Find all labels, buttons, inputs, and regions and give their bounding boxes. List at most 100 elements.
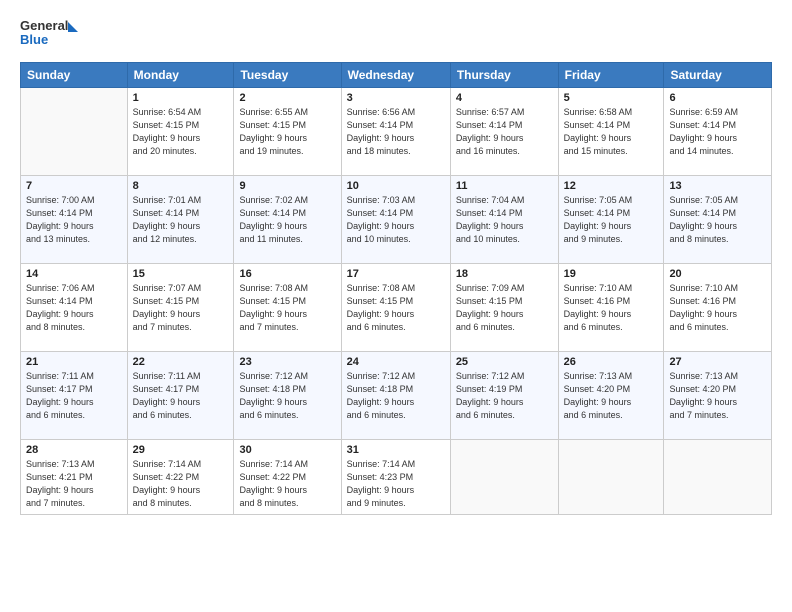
calendar-week-2: 7Sunrise: 7:00 AM Sunset: 4:14 PM Daylig… [21,176,772,264]
day-number: 4 [456,92,553,104]
calendar-cell: 11Sunrise: 7:04 AM Sunset: 4:14 PM Dayli… [450,176,558,264]
day-info: Sunrise: 7:03 AM Sunset: 4:14 PM Dayligh… [347,194,445,246]
calendar-cell: 23 Sunrise: 7:12 AM Sunset: 4:18 PM Dayli… [234,352,341,440]
calendar-header-friday: Friday [558,63,664,88]
calendar-cell: 13Sunrise: 7:05 AM Sunset: 4:14 PM Dayli… [664,176,772,264]
svg-text:General: General [20,18,68,33]
calendar-cell: 18 Sunrise: 7:09 AM Sunset: 4:15 PM Dayli… [450,264,558,352]
calendar-cell: 6 Sunrise: 6:59 AM Sunset: 4:14 PM Daylig… [664,88,772,176]
calendar-cell: 17 Sunrise: 7:08 AM Sunset: 4:15 PM Dayli… [341,264,450,352]
calendar-cell: 22 Sunrise: 7:11 AM Sunset: 4:17 PM Dayli… [127,352,234,440]
calendar-cell: 27 Sunrise: 7:13 AM Sunset: 4:20 PM Dayli… [664,352,772,440]
calendar-cell: 30 Sunrise: 7:14 AM Sunset: 4:22 PM Dayli… [234,440,341,515]
calendar-cell: 19Sunrise: 7:10 AM Sunset: 4:16 PM Dayli… [558,264,664,352]
day-number: 31 [347,444,445,456]
day-number: 14 [26,268,122,280]
calendar-cell: 25 Sunrise: 7:12 AM Sunset: 4:19 PM Dayli… [450,352,558,440]
day-number: 3 [347,92,445,104]
calendar-header-thursday: Thursday [450,63,558,88]
calendar-week-3: 14 Sunrise: 7:06 AM Sunset: 4:14 PM Dayli… [21,264,772,352]
day-number: 2 [239,92,335,104]
calendar-cell: 24 Sunrise: 7:12 AM Sunset: 4:18 PM Dayli… [341,352,450,440]
day-info: Sunrise: 7:02 AM Sunset: 4:14 PM Dayligh… [239,194,335,246]
day-number: 22 [133,356,229,368]
calendar-cell: 31 Sunrise: 7:14 AM Sunset: 4:23 PM Dayli… [341,440,450,515]
day-info: Sunrise: 7:00 AM Sunset: 4:14 PM Dayligh… [26,194,122,246]
calendar-cell: 7Sunrise: 7:00 AM Sunset: 4:14 PM Daylig… [21,176,128,264]
calendar-cell: 26 Sunrise: 7:13 AM Sunset: 4:20 PM Dayli… [558,352,664,440]
day-number: 28 [26,444,122,456]
calendar-header-tuesday: Tuesday [234,63,341,88]
day-number: 17 [347,268,445,280]
day-info: Sunrise: 6:56 AM Sunset: 4:14 PM Dayligh… [347,106,445,158]
day-number: 11 [456,180,553,192]
calendar-cell: 2Sunrise: 6:55 AM Sunset: 4:15 PM Daylig… [234,88,341,176]
day-info: Sunrise: 7:13 AM Sunset: 4:20 PM Dayligh… [564,370,659,422]
day-info: Sunrise: 7:10 AM Sunset: 4:16 PM Dayligh… [669,282,766,334]
day-number: 29 [133,444,229,456]
calendar-cell: 3 Sunrise: 6:56 AM Sunset: 4:14 PM Daylig… [341,88,450,176]
day-info: Sunrise: 7:07 AM Sunset: 4:15 PM Dayligh… [133,282,229,334]
calendar-header-wednesday: Wednesday [341,63,450,88]
day-number: 23 [239,356,335,368]
day-info: Sunrise: 6:54 AM Sunset: 4:15 PM Dayligh… [133,106,229,158]
calendar-cell: 20 Sunrise: 7:10 AM Sunset: 4:16 PM Dayli… [664,264,772,352]
day-info: Sunrise: 6:57 AM Sunset: 4:14 PM Dayligh… [456,106,553,158]
calendar-cell [450,440,558,515]
day-number: 24 [347,356,445,368]
day-info: Sunrise: 7:14 AM Sunset: 4:22 PM Dayligh… [239,458,335,510]
day-info: Sunrise: 7:12 AM Sunset: 4:18 PM Dayligh… [239,370,335,422]
day-info: Sunrise: 7:08 AM Sunset: 4:15 PM Dayligh… [347,282,445,334]
day-number: 5 [564,92,659,104]
day-info: Sunrise: 7:09 AM Sunset: 4:15 PM Dayligh… [456,282,553,334]
calendar-cell: 12 Sunrise: 7:05 AM Sunset: 4:14 PM Dayli… [558,176,664,264]
day-number: 13 [669,180,766,192]
day-info: Sunrise: 7:11 AM Sunset: 4:17 PM Dayligh… [133,370,229,422]
day-info: Sunrise: 7:06 AM Sunset: 4:14 PM Dayligh… [26,282,122,334]
day-info: Sunrise: 6:59 AM Sunset: 4:14 PM Dayligh… [669,106,766,158]
calendar-cell [558,440,664,515]
day-info: Sunrise: 7:01 AM Sunset: 4:14 PM Dayligh… [133,194,229,246]
day-info: Sunrise: 7:13 AM Sunset: 4:21 PM Dayligh… [26,458,122,510]
calendar-cell: 4 Sunrise: 6:57 AM Sunset: 4:14 PM Daylig… [450,88,558,176]
day-info: Sunrise: 7:08 AM Sunset: 4:15 PM Dayligh… [239,282,335,334]
page: GeneralBlue SundayMondayTuesdayWednesday… [0,0,792,612]
day-number: 30 [239,444,335,456]
day-info: Sunrise: 7:05 AM Sunset: 4:14 PM Dayligh… [564,194,659,246]
calendar-cell [21,88,128,176]
calendar-cell: 10 Sunrise: 7:03 AM Sunset: 4:14 PM Dayli… [341,176,450,264]
calendar-header-saturday: Saturday [664,63,772,88]
calendar-cell: 9Sunrise: 7:02 AM Sunset: 4:14 PM Daylig… [234,176,341,264]
calendar-cell: 14 Sunrise: 7:06 AM Sunset: 4:14 PM Dayli… [21,264,128,352]
day-number: 10 [347,180,445,192]
day-number: 8 [133,180,229,192]
day-number: 20 [669,268,766,280]
day-info: Sunrise: 6:58 AM Sunset: 4:14 PM Dayligh… [564,106,659,158]
day-info: Sunrise: 7:11 AM Sunset: 4:17 PM Dayligh… [26,370,122,422]
day-info: Sunrise: 7:12 AM Sunset: 4:18 PM Dayligh… [347,370,445,422]
calendar-cell: 28 Sunrise: 7:13 AM Sunset: 4:21 PM Dayli… [21,440,128,515]
day-info: Sunrise: 7:10 AM Sunset: 4:16 PM Dayligh… [564,282,659,334]
calendar-cell: 5 Sunrise: 6:58 AM Sunset: 4:14 PM Daylig… [558,88,664,176]
calendar-cell: 29Sunrise: 7:14 AM Sunset: 4:22 PM Dayli… [127,440,234,515]
day-number: 26 [564,356,659,368]
day-info: Sunrise: 7:13 AM Sunset: 4:20 PM Dayligh… [669,370,766,422]
day-number: 25 [456,356,553,368]
calendar-cell: 16Sunrise: 7:08 AM Sunset: 4:15 PM Dayli… [234,264,341,352]
calendar-header-row: SundayMondayTuesdayWednesdayThursdayFrid… [21,63,772,88]
day-number: 6 [669,92,766,104]
day-number: 27 [669,356,766,368]
calendar-table: SundayMondayTuesdayWednesdayThursdayFrid… [20,62,772,515]
calendar-cell: 21Sunrise: 7:11 AM Sunset: 4:17 PM Dayli… [21,352,128,440]
day-number: 12 [564,180,659,192]
day-info: Sunrise: 7:12 AM Sunset: 4:19 PM Dayligh… [456,370,553,422]
calendar-header-monday: Monday [127,63,234,88]
calendar-header-sunday: Sunday [21,63,128,88]
calendar-cell: 8 Sunrise: 7:01 AM Sunset: 4:14 PM Daylig… [127,176,234,264]
day-number: 1 [133,92,229,104]
day-info: Sunrise: 7:14 AM Sunset: 4:23 PM Dayligh… [347,458,445,510]
logo-svg: GeneralBlue [20,16,80,52]
day-number: 15 [133,268,229,280]
day-number: 18 [456,268,553,280]
header: GeneralBlue [20,16,772,52]
